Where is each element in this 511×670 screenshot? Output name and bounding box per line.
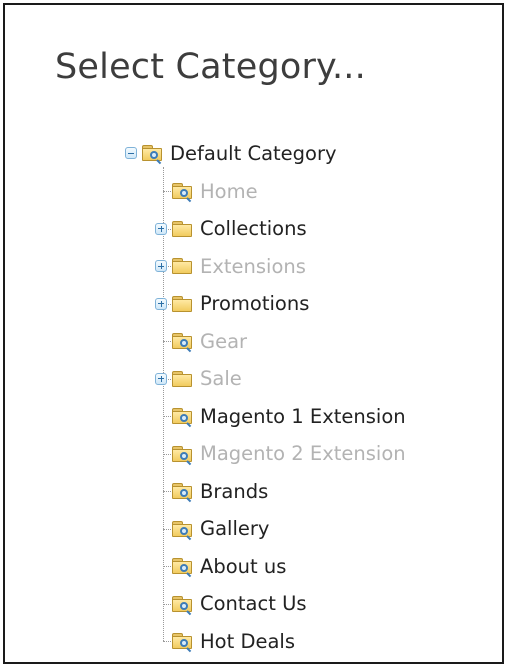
tree-node-label: Sale (200, 367, 242, 390)
tree-node[interactable]: Gear (155, 327, 247, 355)
folder-icon (171, 219, 195, 239)
category-tree: Default Category Home Collections Extens… (5, 5, 502, 662)
tree-node-label: Magento 1 Extension (200, 404, 406, 428)
category-selector-panel: Select Category... Default Category Home… (3, 3, 504, 664)
tree-node[interactable]: Contact Us (155, 590, 307, 618)
folder-magnifier-icon (171, 481, 195, 501)
tree-node[interactable]: Magento 1 Extension (155, 402, 406, 430)
tree-node[interactable]: Collections (155, 215, 307, 243)
tree-node[interactable]: About us (155, 552, 286, 580)
tree-node-label: Hot Deals (200, 629, 295, 653)
folder-magnifier-icon (171, 181, 195, 201)
tree-node-label: Extensions (200, 254, 306, 278)
folder-icon (171, 256, 195, 276)
expand-toggle-icon[interactable] (155, 297, 167, 310)
tree-node[interactable]: Home (155, 177, 258, 205)
folder-magnifier-icon (171, 594, 195, 614)
tree-node-label: Gear (200, 329, 248, 353)
folder-magnifier-icon (141, 143, 165, 163)
folder-magnifier-icon (171, 519, 195, 539)
tree-node[interactable]: Magento 2 Extension (155, 440, 406, 468)
collapse-toggle-icon[interactable] (125, 147, 137, 159)
folder-icon (171, 294, 195, 314)
tree-node[interactable]: Brands (155, 477, 268, 505)
tree-node-label: Home (200, 179, 258, 203)
folder-magnifier-icon (171, 406, 195, 426)
tree-node[interactable]: Promotions (155, 290, 309, 318)
tree-node-default-category[interactable]: Default Category (125, 139, 337, 167)
folder-magnifier-icon (171, 444, 195, 464)
tree-node-label: Contact Us (200, 592, 307, 615)
tree-node-label: Brands (200, 479, 269, 503)
folder-magnifier-icon (171, 331, 195, 351)
tree-node[interactable]: Hot Deals (155, 627, 295, 655)
tree-node-label: Default Category (170, 141, 337, 165)
folder-icon (171, 369, 195, 389)
tree-node[interactable]: Extensions (155, 252, 306, 280)
tree-node-label: Magento 2 Extension (200, 442, 406, 465)
tree-node-label: About us (200, 554, 287, 578)
tree-node-label: Promotions (200, 292, 310, 315)
tree-node[interactable]: Sale (155, 365, 242, 393)
expand-toggle-icon[interactable] (155, 222, 167, 235)
folder-magnifier-icon (171, 556, 195, 576)
tree-node[interactable]: Gallery (155, 515, 269, 543)
tree-node-label: Gallery (200, 517, 270, 540)
tree-node-label: Collections (200, 217, 307, 240)
expand-toggle-icon[interactable] (155, 372, 167, 385)
expand-toggle-icon[interactable] (155, 260, 167, 272)
folder-magnifier-icon (171, 631, 195, 651)
